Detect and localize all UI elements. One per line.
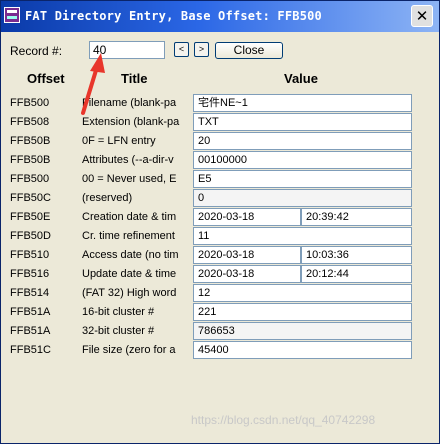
- annotation-arrow-icon: [81, 53, 105, 115]
- watermark: https://blog.csdn.net/qq_40742298: [191, 413, 376, 427]
- fat-directory-window: FAT Directory Entry, Base Offset: FFB500…: [0, 0, 440, 444]
